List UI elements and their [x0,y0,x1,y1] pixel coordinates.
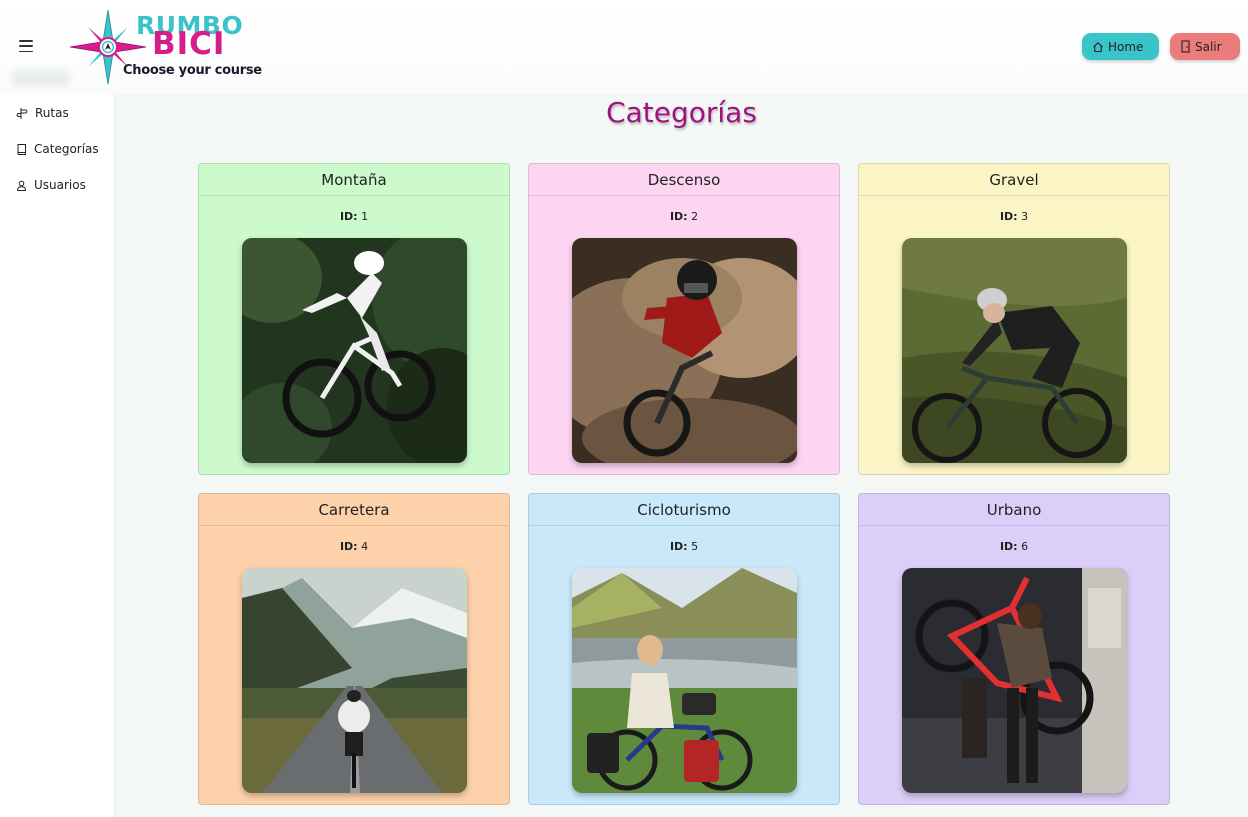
sidebar-item-label: Categorías [34,142,99,156]
sidebar-item-usuarios[interactable]: Usuarios [16,178,86,192]
sidebar-item-label: Usuarios [34,178,86,192]
card-id: ID: 4 [199,540,509,554]
mountain-bike-photo [242,238,467,463]
road-bike-photo [242,568,467,793]
home-button[interactable]: Home [1082,33,1159,60]
category-card-cicloturismo[interactable]: Cicloturismo ID: 5 [528,493,840,805]
card-id-label: ID: [669,210,688,223]
urban-bike-photo [902,568,1127,793]
card-id: ID: 2 [529,210,839,224]
signpost-icon [16,107,28,119]
card-title: Montaña [199,164,509,196]
book-icon [17,143,26,155]
card-id-value: 1 [361,210,369,223]
card-id-label: ID: [999,540,1018,553]
home-icon [1093,41,1103,52]
sidebar-item-label: Rutas [35,106,69,120]
card-id-value: 5 [691,540,699,553]
category-image-montana[interactable] [242,238,467,463]
category-image-carretera[interactable] [242,568,467,793]
card-id-label: ID: [339,210,358,223]
category-card-descenso[interactable]: Descenso ID: 2 [528,163,840,475]
menu-toggle-icon[interactable] [19,40,33,52]
card-title: Urbano [859,494,1169,526]
gravel-bike-photo [902,238,1127,463]
card-id: ID: 1 [199,210,509,224]
category-card-montana[interactable]: Montaña ID: 1 [198,163,510,475]
category-card-urbano[interactable]: Urbano ID: 6 [858,493,1170,805]
card-id: ID: 5 [529,540,839,554]
sidebar-blurred-placeholder [12,70,70,86]
category-card-carretera[interactable]: Carretera ID: 4 [198,493,510,805]
touring-bike-photo [572,568,797,793]
sidebar-item-rutas[interactable]: Rutas [16,106,69,120]
top-header: RUMBO BICI Choose your course Home Salir [0,0,1248,94]
card-id-value: 6 [1021,540,1029,553]
logout-button[interactable]: Salir [1170,33,1240,60]
card-id-value: 3 [1021,210,1029,223]
logo-line-2: BICI [152,26,226,62]
category-image-descenso[interactable] [572,238,797,463]
card-id-label: ID: [669,540,688,553]
category-image-cicloturismo[interactable] [572,568,797,793]
downhill-bike-photo [572,238,797,463]
category-card-gravel[interactable]: Gravel ID: 3 [858,163,1170,475]
page-title: Categorías [606,96,757,129]
card-title: Carretera [199,494,509,526]
logo-slogan: Choose your course [123,63,262,78]
card-id-value: 4 [361,540,369,553]
card-id: ID: 6 [859,540,1169,554]
category-image-urbano[interactable] [902,568,1127,793]
category-image-gravel[interactable] [902,238,1127,463]
logout-button-label: Salir [1195,39,1222,54]
sidebar: Rutas Categorías Usuarios [0,70,115,817]
card-title: Cicloturismo [529,494,839,526]
card-id: ID: 3 [859,210,1169,224]
logo[interactable]: RUMBO BICI Choose your course [68,8,268,86]
card-id-value: 2 [691,210,699,223]
card-title: Gravel [859,164,1169,196]
door-icon [1181,40,1190,53]
home-button-label: Home [1108,39,1144,54]
user-icon [16,180,27,191]
card-id-label: ID: [999,210,1018,223]
sidebar-item-categorias[interactable]: Categorías [16,142,99,156]
card-title: Descenso [529,164,839,196]
card-id-label: ID: [339,540,358,553]
